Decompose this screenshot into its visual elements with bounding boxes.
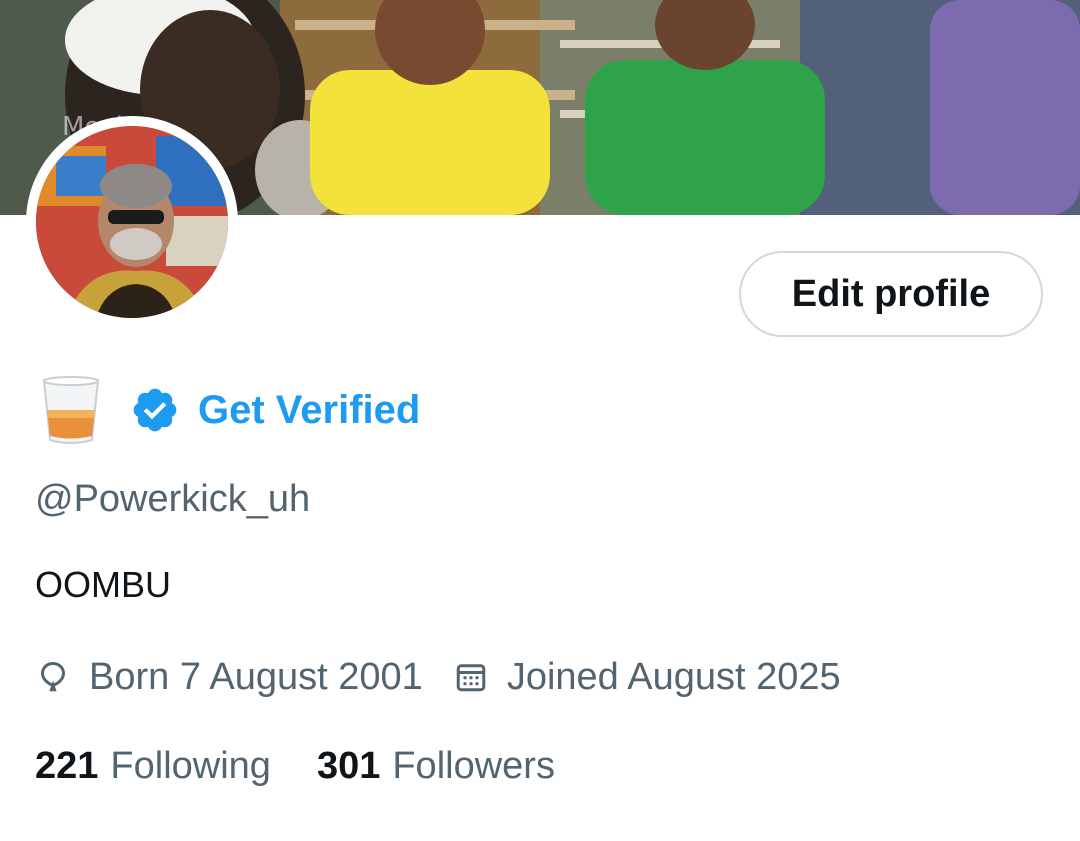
followers-link[interactable]: 301 Followers bbox=[317, 745, 555, 788]
joined-item: Joined August 2025 bbox=[453, 656, 841, 699]
avatar[interactable] bbox=[26, 116, 238, 328]
join-date: Joined August 2025 bbox=[506, 655, 841, 698]
username-handle: @Powerkick_uh bbox=[35, 478, 311, 520]
birthday-item: Born 7 August 2001 bbox=[35, 656, 423, 699]
following-link[interactable]: 221 Following bbox=[35, 745, 271, 788]
birth-date: Born 7 August 2001 bbox=[89, 655, 423, 698]
profile-meta-row: Born 7 August 2001 Joined August 2025 bbox=[35, 652, 841, 702]
avatar-image bbox=[36, 126, 228, 318]
edit-profile-button[interactable]: Edit profile bbox=[739, 251, 1043, 337]
followers-label: Followers bbox=[392, 744, 555, 787]
get-verified-link[interactable]: Get Verified bbox=[130, 385, 420, 435]
followers-count: 301 bbox=[316, 744, 381, 787]
profile-page: Movies Edit profile bbox=[0, 0, 1080, 841]
display-name-row: Get Verified bbox=[38, 374, 420, 446]
tumbler-glass-icon bbox=[42, 376, 100, 444]
calendar-icon bbox=[456, 664, 486, 692]
get-verified-label: Get Verified bbox=[198, 387, 421, 432]
following-label: Following bbox=[110, 744, 271, 787]
following-count: 221 bbox=[35, 744, 99, 787]
verified-badge-icon bbox=[133, 388, 177, 432]
profile-bio: OOMBU bbox=[35, 564, 172, 605]
balloon-icon bbox=[40, 661, 66, 692]
follow-stats-row: 221 Following 301 Followers bbox=[35, 740, 555, 792]
